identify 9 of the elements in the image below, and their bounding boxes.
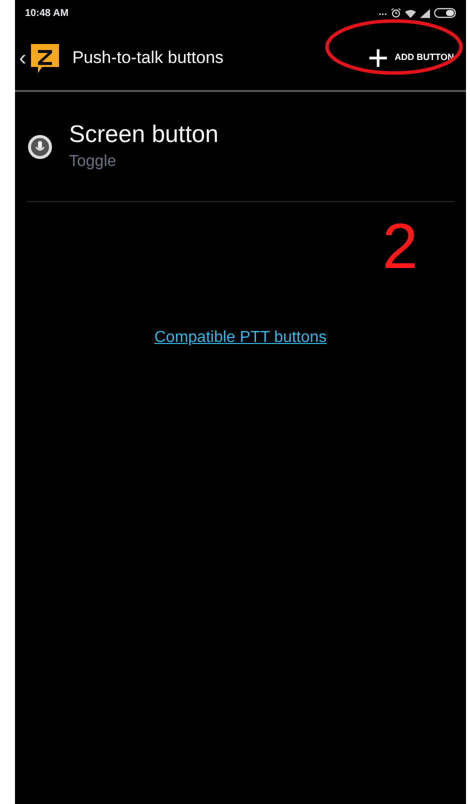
status-time: 10:48 AM [25, 6, 69, 20]
list-item[interactable]: Screen button Toggle [27, 92, 454, 202]
status-dots: ... [378, 8, 387, 18]
item-title: Screen button [69, 120, 218, 150]
back-button[interactable]: ‹ [15, 47, 28, 69]
annotation-number: 2 [382, 214, 418, 278]
item-subtitle: Toggle [69, 152, 118, 172]
compatible-link[interactable]: Compatible PTT buttons [154, 326, 327, 350]
toolbar-title: Push-to-talk buttons [72, 47, 224, 70]
